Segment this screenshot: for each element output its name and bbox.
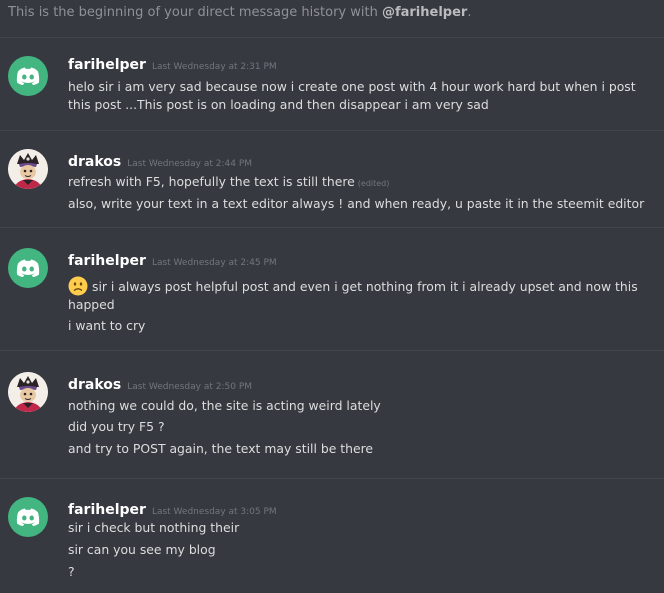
dm-history-intro: This is the beginning of your direct mes… xyxy=(8,5,471,20)
timestamp: Last Wednesday at 2:50 PM xyxy=(127,382,253,392)
timestamp: Last Wednesday at 2:31 PM xyxy=(151,62,277,72)
drakos-avatar-icon xyxy=(8,372,48,412)
username[interactable]: farihelper xyxy=(68,502,146,518)
timestamp: Last Wednesday at 3:05 PM xyxy=(151,507,277,517)
discord-logo-icon xyxy=(16,259,40,277)
avatar[interactable] xyxy=(8,497,48,537)
drakos-avatar-icon xyxy=(8,149,48,189)
message-header: farihelper Last Wednesday at 2:45 PM xyxy=(68,250,277,269)
avatar[interactable] xyxy=(8,149,48,189)
message-text-content: refresh with F5, hopefully the text is s… xyxy=(68,174,355,189)
frowning-face-emoji xyxy=(68,276,88,296)
message-divider xyxy=(0,478,664,479)
message-text: helo sir i am very sad because now i cre… xyxy=(68,79,636,112)
message-header: drakos Last Wednesday at 2:50 PM xyxy=(68,374,252,393)
message-text: sir can you see my blog xyxy=(68,542,216,557)
discord-logo-icon xyxy=(16,67,40,85)
message-text-content: sir i always post helpful post and even … xyxy=(68,279,638,312)
discord-logo-icon xyxy=(16,508,40,526)
timestamp: Last Wednesday at 2:44 PM xyxy=(127,159,253,169)
message-divider xyxy=(0,130,664,131)
message-text: did you try F5 ? xyxy=(68,419,165,434)
message-text: sir i check but nothing their xyxy=(68,520,240,535)
message-text: and try to POST again, the text may stil… xyxy=(68,441,374,456)
message-text: also, write your text in a text editor a… xyxy=(68,196,645,211)
intro-handle[interactable]: @farihelper xyxy=(382,5,467,20)
username[interactable]: farihelper xyxy=(68,253,146,269)
username[interactable]: drakos xyxy=(68,377,121,393)
intro-text: This is the beginning of your direct mes… xyxy=(8,5,382,20)
edited-label: (edited) xyxy=(357,179,390,188)
message-text: ? xyxy=(68,564,75,579)
message-divider xyxy=(0,350,664,351)
message-header: farihelper Last Wednesday at 2:31 PM xyxy=(68,54,277,73)
intro-suffix: . xyxy=(467,5,472,20)
timestamp: Last Wednesday at 2:45 PM xyxy=(151,258,277,268)
dm-channel: This is the beginning of your direct mes… xyxy=(0,0,664,593)
message-header: farihelper Last Wednesday at 3:05 PM xyxy=(68,499,277,518)
message-text: sir i always post helpful post and even … xyxy=(68,276,648,314)
message-text: i want to cry xyxy=(68,318,146,333)
message-text: refresh with F5, hopefully the text is s… xyxy=(68,173,648,193)
avatar[interactable] xyxy=(8,248,48,288)
avatar[interactable] xyxy=(8,56,48,96)
avatar[interactable] xyxy=(8,372,48,412)
message-divider xyxy=(0,37,664,38)
message-header: drakos Last Wednesday at 2:44 PM xyxy=(68,151,252,170)
username[interactable]: farihelper xyxy=(68,57,146,73)
username[interactable]: drakos xyxy=(68,154,121,170)
message-text: nothing we could do, the site is acting … xyxy=(68,398,381,413)
message-divider xyxy=(0,227,664,228)
